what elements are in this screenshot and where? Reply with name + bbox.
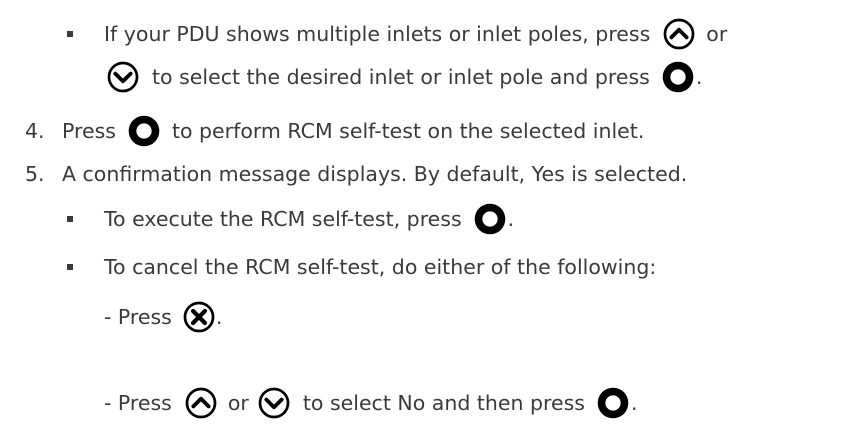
cancel-opt2-press-text: - Press bbox=[104, 391, 172, 415]
execute-text: To execute the RCM self-test, press bbox=[104, 207, 462, 231]
step4-press-text: Press bbox=[62, 119, 116, 143]
inlets-text-2: to select the desired inlet or inlet pol… bbox=[152, 65, 650, 89]
step4-rest-text: to perform RCM self-test on the selected… bbox=[171, 119, 645, 143]
up-arrow-icon bbox=[184, 386, 218, 420]
or-text: or bbox=[706, 22, 728, 46]
instruction-cancel: To cancel the RCM self-test, do either o… bbox=[104, 247, 656, 287]
cancel-option-2: - Press or to select No and then press . bbox=[104, 383, 638, 423]
cancel-x-icon bbox=[182, 300, 216, 334]
step-number-4: 4. bbox=[25, 119, 45, 143]
step5-text: A confirmation message displays. By defa… bbox=[62, 162, 688, 186]
inlets-text-1: If your PDU shows multiple inlets or inl… bbox=[104, 22, 651, 46]
inlets-period: . bbox=[695, 65, 703, 89]
instruction-execute: To execute the RCM self-test, press . bbox=[104, 199, 514, 239]
execute-period: . bbox=[507, 207, 515, 231]
cancel-opt2-or-text: or bbox=[227, 391, 249, 415]
up-arrow-icon bbox=[662, 17, 696, 51]
down-arrow-icon bbox=[106, 60, 140, 94]
ok-button-icon bbox=[595, 385, 631, 421]
bullet-cancel bbox=[67, 264, 73, 270]
instruction-step4: Press to perform RCM self-test on the se… bbox=[62, 111, 644, 151]
cancel-text: To cancel the RCM self-test, do either o… bbox=[104, 255, 657, 279]
cancel-opt2-period: . bbox=[630, 391, 638, 415]
bullet-execute bbox=[67, 216, 73, 222]
step-number-5: 5. bbox=[25, 162, 45, 186]
cancel-opt1-period: . bbox=[215, 305, 223, 329]
instruction-inlets-line1: If your PDU shows multiple inlets or inl… bbox=[104, 14, 727, 54]
ok-button-icon bbox=[660, 59, 696, 95]
ok-button-icon bbox=[126, 113, 162, 149]
instruction-step5: A confirmation message displays. By defa… bbox=[62, 154, 687, 194]
ok-button-icon bbox=[472, 201, 508, 237]
cancel-opt1-press-text: - Press bbox=[104, 305, 172, 329]
bullet-inlets bbox=[67, 31, 73, 37]
cancel-opt2-rest-text: to select No and then press bbox=[302, 391, 585, 415]
down-arrow-icon bbox=[257, 386, 291, 420]
cancel-option-1: - Press . bbox=[104, 297, 222, 337]
instruction-inlets-line2: to select the desired inlet or inlet pol… bbox=[106, 57, 702, 97]
